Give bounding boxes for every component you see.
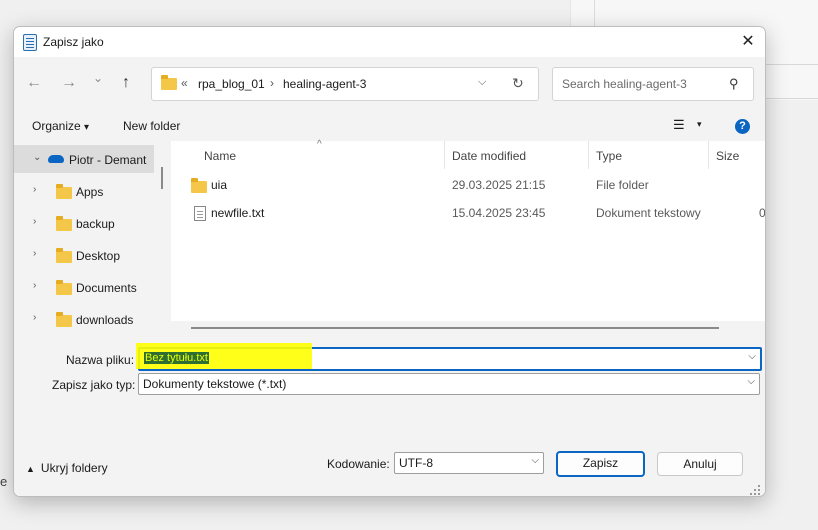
sidebar-item-desktop[interactable]: › Desktop bbox=[14, 241, 154, 269]
file-date: 29.03.2025 21:15 bbox=[452, 178, 546, 192]
sidebar-item-label: Documents bbox=[76, 281, 137, 295]
file-date: 15.04.2025 23:45 bbox=[452, 206, 546, 220]
new-folder-button[interactable]: New folder bbox=[123, 119, 180, 133]
file-name: newfile.txt bbox=[211, 206, 265, 220]
column-divider[interactable] bbox=[708, 141, 709, 169]
search-input[interactable]: Search healing-agent-3 bbox=[562, 77, 687, 91]
chevron-down-icon[interactable]: ⌵ bbox=[748, 351, 756, 362]
navigation-row: ← → ⌄ ↑ « rpa_blog_01 › healing-agent-3 … bbox=[14, 57, 765, 109]
filename-field[interactable]: Bez tytułu.txt ⌵ bbox=[136, 343, 762, 371]
file-type: Dokument tekstowy bbox=[596, 206, 701, 220]
horizontal-scrollbar[interactable] bbox=[191, 327, 719, 329]
breadcrumb-separator: › bbox=[270, 76, 274, 90]
filetype-label: Zapisz jako typ: bbox=[52, 378, 136, 392]
filetype-value: Dokumenty tekstowe (*.txt) bbox=[143, 377, 287, 391]
folder-icon bbox=[56, 216, 72, 231]
cancel-button[interactable]: Anuluj bbox=[657, 452, 743, 476]
chevron-right-icon[interactable]: › bbox=[33, 216, 36, 227]
address-bar[interactable]: « rpa_blog_01 › healing-agent-3 ⌵ ↻ bbox=[151, 67, 539, 101]
breadcrumb-overflow[interactable]: « bbox=[181, 76, 188, 90]
folder-icon bbox=[56, 280, 72, 295]
breadcrumb-rpa-blog[interactable]: rpa_blog_01 bbox=[198, 77, 265, 91]
sidebar-item-label: backup bbox=[76, 217, 115, 231]
filetype-select[interactable]: Dokumenty tekstowe (*.txt) ⌵ bbox=[138, 373, 760, 395]
chevron-right-icon[interactable]: › bbox=[33, 248, 36, 259]
search-box[interactable]: Search healing-agent-3 ⚲ bbox=[552, 67, 754, 101]
encoding-select[interactable]: UTF-8 ⌵ bbox=[394, 452, 544, 474]
notepad-icon bbox=[23, 34, 37, 51]
folder-icon bbox=[161, 75, 177, 90]
chevron-down-icon[interactable]: ⌵ bbox=[531, 455, 539, 466]
file-type: File folder bbox=[596, 178, 649, 192]
save-options-panel: Nazwa pliku: Bez tytułu.txt ⌵ Zapisz jak… bbox=[14, 337, 765, 496]
navigation-pane: ⌄ Piotr - Demant › Apps › backup › Deskt… bbox=[14, 141, 167, 337]
sidebar-item-label: downloads bbox=[76, 313, 134, 327]
organize-label: Organize bbox=[32, 119, 81, 133]
command-toolbar: Organize ▾ New folder ☰ ▾ ? bbox=[14, 109, 765, 141]
sort-ascending-icon: ^ bbox=[317, 139, 322, 150]
column-header-name[interactable]: Name bbox=[204, 149, 236, 163]
sidebar-scrollbar[interactable] bbox=[161, 167, 163, 189]
column-divider[interactable] bbox=[444, 141, 445, 169]
text-file-icon bbox=[194, 206, 206, 221]
file-row[interactable]: uia 29.03.2025 21:15 File folder bbox=[185, 173, 765, 199]
horizontal-scroll-track bbox=[171, 321, 765, 337]
filename-label: Nazwa pliku: bbox=[66, 353, 135, 367]
encoding-label: Kodowanie: bbox=[327, 457, 390, 471]
background-text-fragment: e bbox=[0, 474, 8, 489]
folder-icon bbox=[56, 248, 72, 263]
folder-icon bbox=[191, 178, 207, 193]
chevron-down-icon[interactable]: ⌄ bbox=[33, 152, 41, 163]
hide-folders-button[interactable]: ▲ Ukryj foldery bbox=[26, 461, 108, 475]
column-header-date[interactable]: Date modified bbox=[452, 149, 526, 163]
title-bar[interactable]: Zapisz jako ✕ bbox=[14, 27, 765, 57]
hide-folders-label: Ukryj foldery bbox=[40, 461, 108, 475]
column-divider[interactable] bbox=[588, 141, 589, 169]
up-arrow-icon[interactable]: ↑ bbox=[122, 74, 130, 92]
organize-dropdown-icon: ▾ bbox=[84, 122, 90, 133]
sidebar-item-label: Apps bbox=[76, 185, 104, 199]
organize-button[interactable]: Organize ▾ bbox=[32, 119, 89, 133]
column-header-size[interactable]: Size bbox=[716, 149, 739, 163]
help-icon[interactable]: ? bbox=[735, 119, 750, 134]
sidebar-item-documents[interactable]: › Documents bbox=[14, 273, 154, 301]
recent-locations-chevron-icon[interactable]: ⌄ bbox=[93, 71, 103, 85]
sidebar-item-downloads[interactable]: › downloads bbox=[14, 305, 154, 333]
sidebar-item-backup[interactable]: › backup bbox=[14, 209, 154, 237]
folder-icon bbox=[56, 184, 72, 199]
save-as-dialog: Zapisz jako ✕ ← → ⌄ ↑ « rpa_blog_01 › he… bbox=[13, 26, 766, 497]
file-row[interactable]: newfile.txt 15.04.2025 23:45 Dokument te… bbox=[185, 201, 765, 227]
chevron-right-icon[interactable]: › bbox=[33, 184, 36, 195]
address-dropdown-icon[interactable]: ⌵ bbox=[478, 76, 486, 89]
view-options-icon[interactable]: ☰ bbox=[673, 117, 685, 133]
background-line bbox=[764, 98, 818, 99]
back-arrow-icon[interactable]: ← bbox=[26, 74, 42, 92]
breadcrumb-healing-agent[interactable]: healing-agent-3 bbox=[283, 77, 366, 91]
file-name: uia bbox=[211, 178, 228, 192]
file-list: ^ Name Date modified Type Size uia 29.03… bbox=[171, 139, 765, 337]
forward-arrow-icon[interactable]: → bbox=[61, 74, 77, 92]
resize-grip-icon[interactable] bbox=[750, 485, 760, 495]
chevron-up-icon: ▲ bbox=[26, 464, 35, 474]
filename-input[interactable]: Bez tytułu.txt bbox=[144, 352, 209, 364]
column-header-type[interactable]: Type bbox=[596, 149, 622, 163]
file-size: 0 bbox=[759, 206, 766, 220]
chevron-down-icon[interactable]: ⌵ bbox=[747, 376, 755, 387]
sidebar-item-apps[interactable]: › Apps bbox=[14, 177, 154, 205]
sidebar-item-label: Piotr - Demant bbox=[69, 153, 147, 167]
cloud-icon bbox=[48, 155, 64, 163]
close-button[interactable]: ✕ bbox=[734, 29, 762, 55]
save-button[interactable]: Zapisz bbox=[556, 451, 645, 477]
view-dropdown-icon[interactable]: ▾ bbox=[697, 119, 702, 130]
encoding-value: UTF-8 bbox=[399, 456, 433, 470]
dialog-title: Zapisz jako bbox=[43, 35, 104, 49]
chevron-right-icon[interactable]: › bbox=[33, 280, 36, 291]
folder-icon bbox=[56, 312, 72, 327]
background-line bbox=[764, 64, 818, 65]
chevron-right-icon[interactable]: › bbox=[33, 312, 36, 323]
sidebar-item-label: Desktop bbox=[76, 249, 121, 263]
refresh-icon[interactable]: ↻ bbox=[512, 75, 524, 92]
search-icon: ⚲ bbox=[729, 76, 739, 91]
sidebar-item-onedrive[interactable]: ⌄ Piotr - Demant bbox=[14, 145, 154, 173]
